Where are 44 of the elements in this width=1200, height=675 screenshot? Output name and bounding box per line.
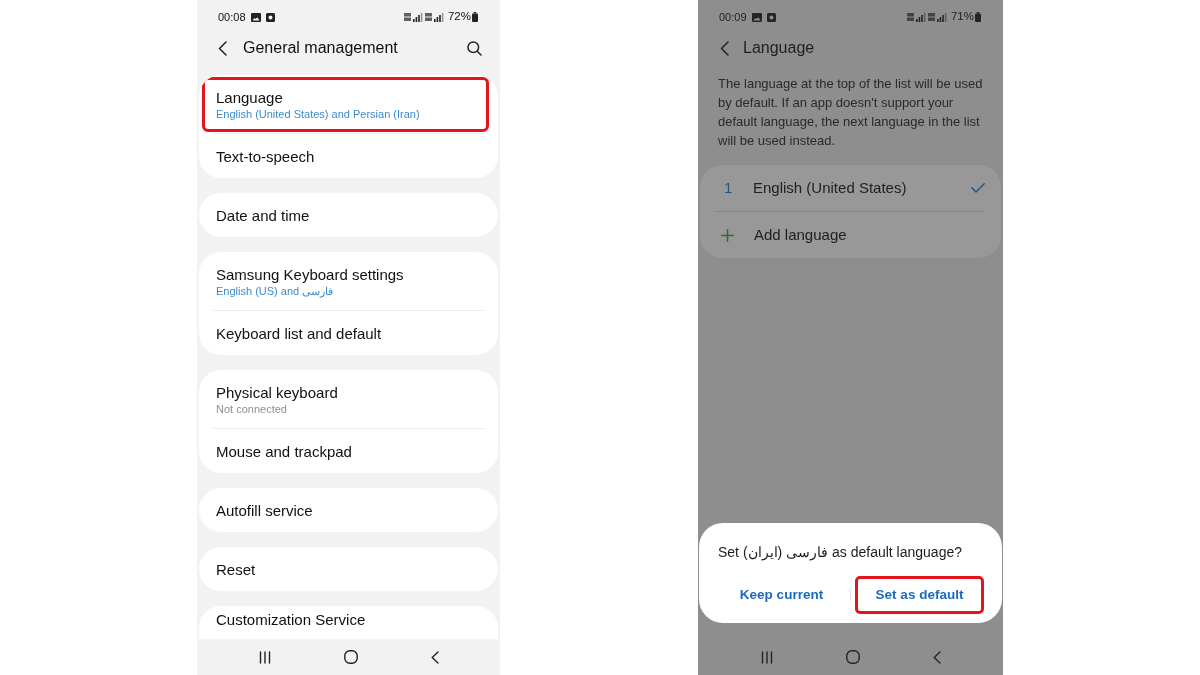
dialog-button[interactable]: Set as default [854,576,985,614]
signal-icon [927,12,947,22]
plus-icon [721,228,734,242]
item-title: Language [216,88,284,107]
battery-percent: 72% [447,9,471,25]
item-subtitle: English (US) and فارسی [216,283,335,298]
item-title: Samsung Keyboard settings [216,264,405,284]
header-title: General management [243,38,398,58]
description-text: The language at the top of the list will be used by default. If an app doesn't support your default language, the next language in the list will be used instead. [718,75,984,150]
battery-percent: 71% [950,9,974,25]
item-title: Physical keyboard [216,382,339,402]
settings-item[interactable]: Customization Service [199,606,498,639]
dialog-message: Set فارسی (ایران) as default language? [717,543,963,561]
header-title: Language [743,38,815,58]
notification-icon [265,12,275,22]
back-icon[interactable] [218,40,227,56]
gallery-icon [250,12,261,22]
settings-item[interactable]: Date and time [199,193,498,237]
signal-icon [906,12,926,22]
dialog-button[interactable]: Keep current [718,576,845,614]
home-icon[interactable] [343,650,358,664]
language-name[interactable]: English (United States) [753,176,907,200]
recent-apps-icon[interactable] [258,650,271,664]
notification-icon [766,12,776,22]
gallery-icon [751,12,762,22]
status-time: 00:08 [218,9,246,25]
settings-item[interactable]: Text-to-speech [199,134,498,178]
settings-item[interactable]: Physical keyboard Not connected [199,370,498,428]
language-number: 1 [724,177,734,198]
settings-item[interactable]: Reset [199,547,498,591]
back-icon[interactable] [430,650,439,664]
battery-icon [975,12,981,22]
status-time: 00:09 [719,9,747,25]
settings-item[interactable]: Mouse and trackpad [199,429,498,473]
add-language-button[interactable]: Add language [700,212,1001,258]
signal-icon [403,12,423,22]
search-icon[interactable] [467,40,482,56]
settings-item[interactable]: Language English (United States) and Persian (Iran) [202,77,489,132]
settings-item[interactable]: Keyboard list and default [199,311,498,355]
signal-icon [424,12,444,22]
battery-icon [472,12,478,22]
item-subtitle: Not connected [216,401,288,416]
settings-item[interactable]: Autofill service [199,488,498,532]
item-subtitle: English (United States) and Persian (Iran) [216,107,421,121]
